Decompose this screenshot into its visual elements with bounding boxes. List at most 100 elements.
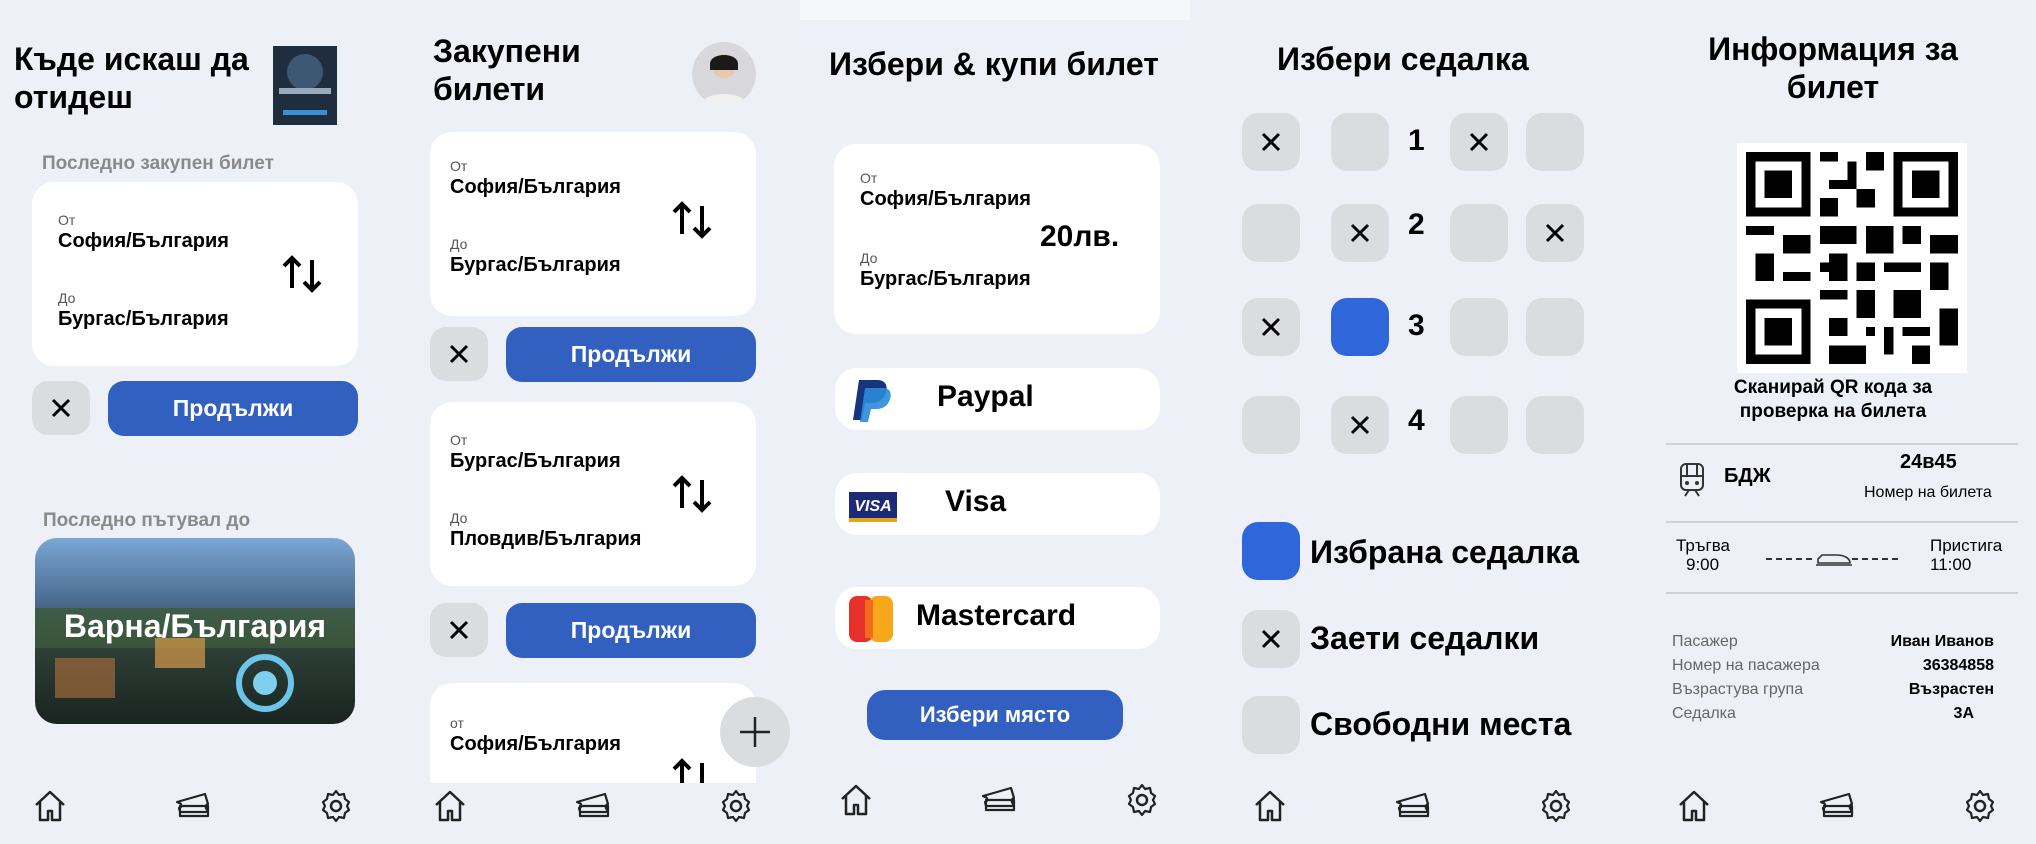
train-route-icon (1766, 554, 1902, 566)
qr-caption: Сканирай QR кода за проверка на билета (1733, 377, 1933, 422)
screen-buy-ticket: Избери & купи билет От София/България До… (800, 0, 1200, 844)
ticket-card[interactable]: от София/България (430, 683, 756, 783)
to-label: До (58, 290, 76, 306)
game-cover-thumbnail[interactable] (273, 46, 337, 125)
choose-seat-button[interactable]: Избери място (867, 690, 1123, 740)
from-label: от (450, 715, 464, 731)
departure-time: 9:00 (1686, 555, 1720, 574)
ticket-icon[interactable] (1818, 788, 1856, 824)
payment-mastercard[interactable]: Mastercard (835, 587, 1160, 649)
seat-free[interactable] (1450, 396, 1508, 454)
departure-label: Тръгва (1676, 536, 1731, 555)
bottom-nav (800, 774, 1200, 844)
ticket-number: 24в45 (1900, 451, 1957, 473)
home-icon[interactable] (1676, 788, 1712, 824)
page-title: Избери седалка (1277, 41, 1529, 77)
plus-icon (740, 717, 770, 747)
seat-free[interactable] (1526, 396, 1584, 454)
seat-taken (1331, 204, 1389, 262)
swap-icon[interactable] (280, 252, 324, 296)
divider (1666, 521, 2018, 523)
ticket-icon[interactable] (980, 782, 1018, 818)
row-number: 4 (1408, 404, 1425, 437)
detail-value: Иван Иванов (1890, 633, 1994, 650)
seat-free[interactable] (1242, 204, 1300, 262)
close-icon (1261, 132, 1281, 152)
destination-card[interactable]: Варна/България (35, 538, 355, 724)
cancel-button[interactable] (32, 381, 90, 435)
from-label: От (450, 158, 468, 174)
swap-icon[interactable] (670, 472, 714, 516)
payment-name: Mastercard (916, 599, 1077, 632)
seat-free[interactable] (1242, 396, 1300, 454)
seat-free[interactable] (1450, 298, 1508, 356)
continue-button[interactable]: Продължи (506, 603, 756, 658)
avatar[interactable] (692, 42, 756, 106)
payment-visa[interactable]: VISA Visa (835, 473, 1160, 535)
mastercard-icon (849, 596, 893, 642)
settings-icon[interactable] (1962, 788, 1998, 824)
seat-taken (1242, 298, 1300, 356)
payment-name: Paypal (937, 380, 1034, 413)
from-label: От (450, 432, 468, 448)
ticket-icon[interactable] (1394, 788, 1432, 824)
from-city: София/България (450, 733, 621, 755)
settings-icon[interactable] (718, 788, 754, 824)
home-icon[interactable] (838, 782, 874, 818)
continue-button[interactable]: Продължи (506, 327, 756, 382)
seat-selected[interactable] (1331, 298, 1389, 356)
close-icon (51, 398, 71, 418)
detail-value: 3А (1953, 705, 1974, 722)
legend-selected-swatch (1242, 522, 1300, 580)
legend-free-swatch (1242, 696, 1300, 754)
home-icon[interactable] (1252, 788, 1288, 824)
seat-taken (1242, 113, 1300, 171)
swap-icon[interactable] (670, 198, 714, 242)
arrival-time: 11:00 (1930, 555, 1972, 574)
close-icon (1261, 317, 1281, 337)
from-label: От (860, 170, 878, 186)
to-city: Бургас/България (450, 254, 621, 276)
close-icon (1469, 132, 1489, 152)
to-label: До (450, 236, 468, 252)
close-icon (1261, 629, 1281, 649)
close-icon (1350, 415, 1370, 435)
settings-icon[interactable] (318, 788, 354, 824)
home-icon[interactable] (432, 788, 468, 824)
seat-taken (1526, 204, 1584, 262)
close-icon (1545, 223, 1565, 243)
from-label: От (58, 212, 76, 228)
seat-free[interactable] (1331, 113, 1389, 171)
payment-name: Visa (945, 485, 1007, 518)
legend-taken-swatch (1242, 610, 1300, 668)
screen-ticket-info: Информация за билет Сканирай QR кода за … (1630, 0, 2036, 844)
continue-button[interactable]: Продължи (108, 381, 358, 436)
cancel-button[interactable] (430, 603, 488, 657)
settings-icon[interactable] (1124, 782, 1160, 818)
last-ticket-card[interactable]: От София/България До Бургас/България (32, 182, 358, 366)
seat-free[interactable] (1450, 204, 1508, 262)
settings-icon[interactable] (1538, 788, 1574, 824)
to-label: До (860, 250, 878, 266)
to-city: Бургас/България (860, 268, 1031, 290)
to-city: Пловдив/България (450, 528, 642, 550)
bottom-nav (400, 774, 800, 844)
ticket-card[interactable]: От Бургас/България До Пловдив/България (430, 402, 756, 586)
ticket-icon[interactable] (574, 788, 612, 824)
route-card[interactable]: От София/България До Бургас/България 20л… (834, 144, 1160, 334)
seat-taken (1331, 396, 1389, 454)
add-ticket-button[interactable] (720, 697, 790, 767)
detail-value: Възрастен (1908, 681, 1994, 698)
from-city: Бургас/България (450, 450, 621, 472)
detail-key: Номер на пасажера (1672, 657, 1820, 674)
section-last-travel: Последно пътувал до (43, 510, 251, 531)
ticket-icon[interactable] (174, 788, 212, 824)
ticket-card[interactable]: От София/България До Бургас/България (430, 132, 756, 316)
seat-free[interactable] (1526, 298, 1584, 356)
page-title: Къде искаш да отидеш (14, 41, 249, 115)
seat-free[interactable] (1526, 113, 1584, 171)
bottom-nav (1200, 774, 1630, 844)
cancel-button[interactable] (430, 327, 488, 381)
home-icon[interactable] (32, 788, 68, 824)
payment-paypal[interactable]: Paypal (835, 368, 1160, 430)
